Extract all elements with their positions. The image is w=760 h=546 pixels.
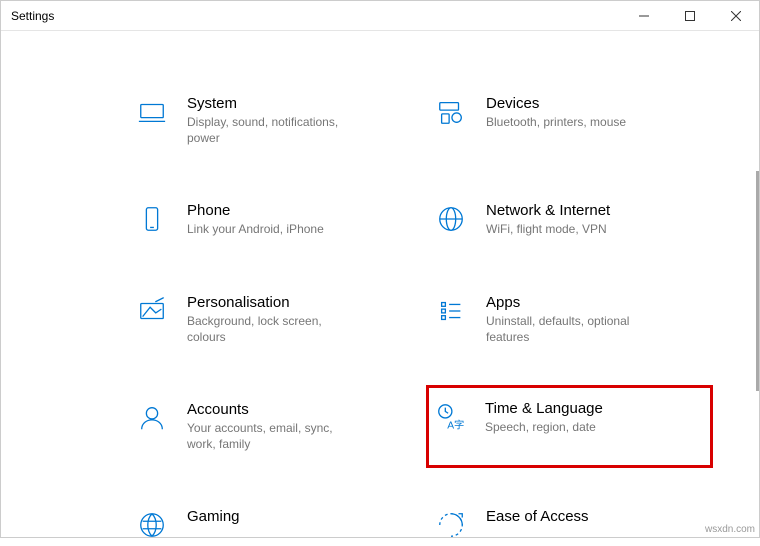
tile-time-language[interactable]: A字 Time & Language Speech, region, date	[426, 385, 713, 468]
gaming-icon	[135, 508, 169, 542]
close-button[interactable]	[713, 1, 759, 31]
window-title: Settings	[11, 9, 54, 23]
tile-text: Apps Uninstall, defaults, optional featu…	[486, 294, 656, 345]
tile-text: Network & Internet WiFi, flight mode, VP…	[486, 202, 610, 237]
tile-text: Ease of Access	[486, 508, 589, 527]
tile-desc: Display, sound, notifications, power	[187, 114, 357, 146]
tile-desc: Your accounts, email, sync, work, family	[187, 420, 357, 452]
tile-devices[interactable]: Devices Bluetooth, printers, mouse	[430, 91, 709, 150]
tile-desc: Speech, region, date	[485, 419, 603, 435]
tile-title: Apps	[486, 294, 656, 311]
tile-gaming[interactable]: Gaming	[131, 504, 410, 546]
network-icon	[434, 202, 468, 236]
minimize-button[interactable]	[621, 1, 667, 31]
time-language-icon: A字	[433, 400, 467, 434]
tile-network[interactable]: Network & Internet WiFi, flight mode, VP…	[430, 198, 709, 241]
tile-text: Devices Bluetooth, printers, mouse	[486, 95, 626, 130]
system-icon	[135, 95, 169, 129]
tile-desc: Uninstall, defaults, optional features	[486, 313, 656, 345]
ease-of-access-icon	[434, 508, 468, 542]
devices-icon	[434, 95, 468, 129]
title-bar: Settings	[1, 1, 759, 31]
tile-title: Accounts	[187, 401, 357, 418]
tile-text: Personalisation Background, lock screen,…	[187, 294, 357, 345]
tile-desc: WiFi, flight mode, VPN	[486, 221, 610, 237]
watermark: wsxdn.com	[705, 524, 755, 535]
tile-apps[interactable]: Apps Uninstall, defaults, optional featu…	[430, 290, 709, 349]
tile-title: Phone	[187, 202, 324, 219]
tile-phone[interactable]: Phone Link your Android, iPhone	[131, 198, 410, 241]
tile-text: Accounts Your accounts, email, sync, wor…	[187, 401, 357, 452]
tile-title: Time & Language	[485, 400, 603, 417]
tile-title: Network & Internet	[486, 202, 610, 219]
tile-desc: Link your Android, iPhone	[187, 221, 324, 237]
maximize-button[interactable]	[667, 1, 713, 31]
tile-text: System Display, sound, notifications, po…	[187, 95, 357, 146]
tile-title: Devices	[486, 95, 626, 112]
svg-text:A字: A字	[447, 418, 464, 431]
apps-icon	[434, 294, 468, 328]
tile-title: Personalisation	[187, 294, 357, 311]
tile-title: Ease of Access	[486, 508, 589, 525]
tile-system[interactable]: System Display, sound, notifications, po…	[131, 91, 410, 150]
tile-desc: Background, lock screen, colours	[187, 313, 357, 345]
tile-personalisation[interactable]: Personalisation Background, lock screen,…	[131, 290, 410, 349]
tile-title: Gaming	[187, 508, 240, 525]
accounts-icon	[135, 401, 169, 435]
tile-desc: Bluetooth, printers, mouse	[486, 114, 626, 130]
tile-accounts[interactable]: Accounts Your accounts, email, sync, wor…	[131, 397, 410, 456]
settings-grid: System Display, sound, notifications, po…	[1, 31, 759, 546]
tile-ease-of-access[interactable]: Ease of Access	[430, 504, 709, 546]
tile-text: Time & Language Speech, region, date	[485, 400, 603, 435]
personalisation-icon	[135, 294, 169, 328]
scrollbar[interactable]	[756, 171, 759, 391]
tile-text: Gaming	[187, 508, 240, 527]
tile-title: System	[187, 95, 357, 112]
window-controls	[621, 1, 759, 31]
tile-text: Phone Link your Android, iPhone	[187, 202, 324, 237]
phone-icon	[135, 202, 169, 236]
